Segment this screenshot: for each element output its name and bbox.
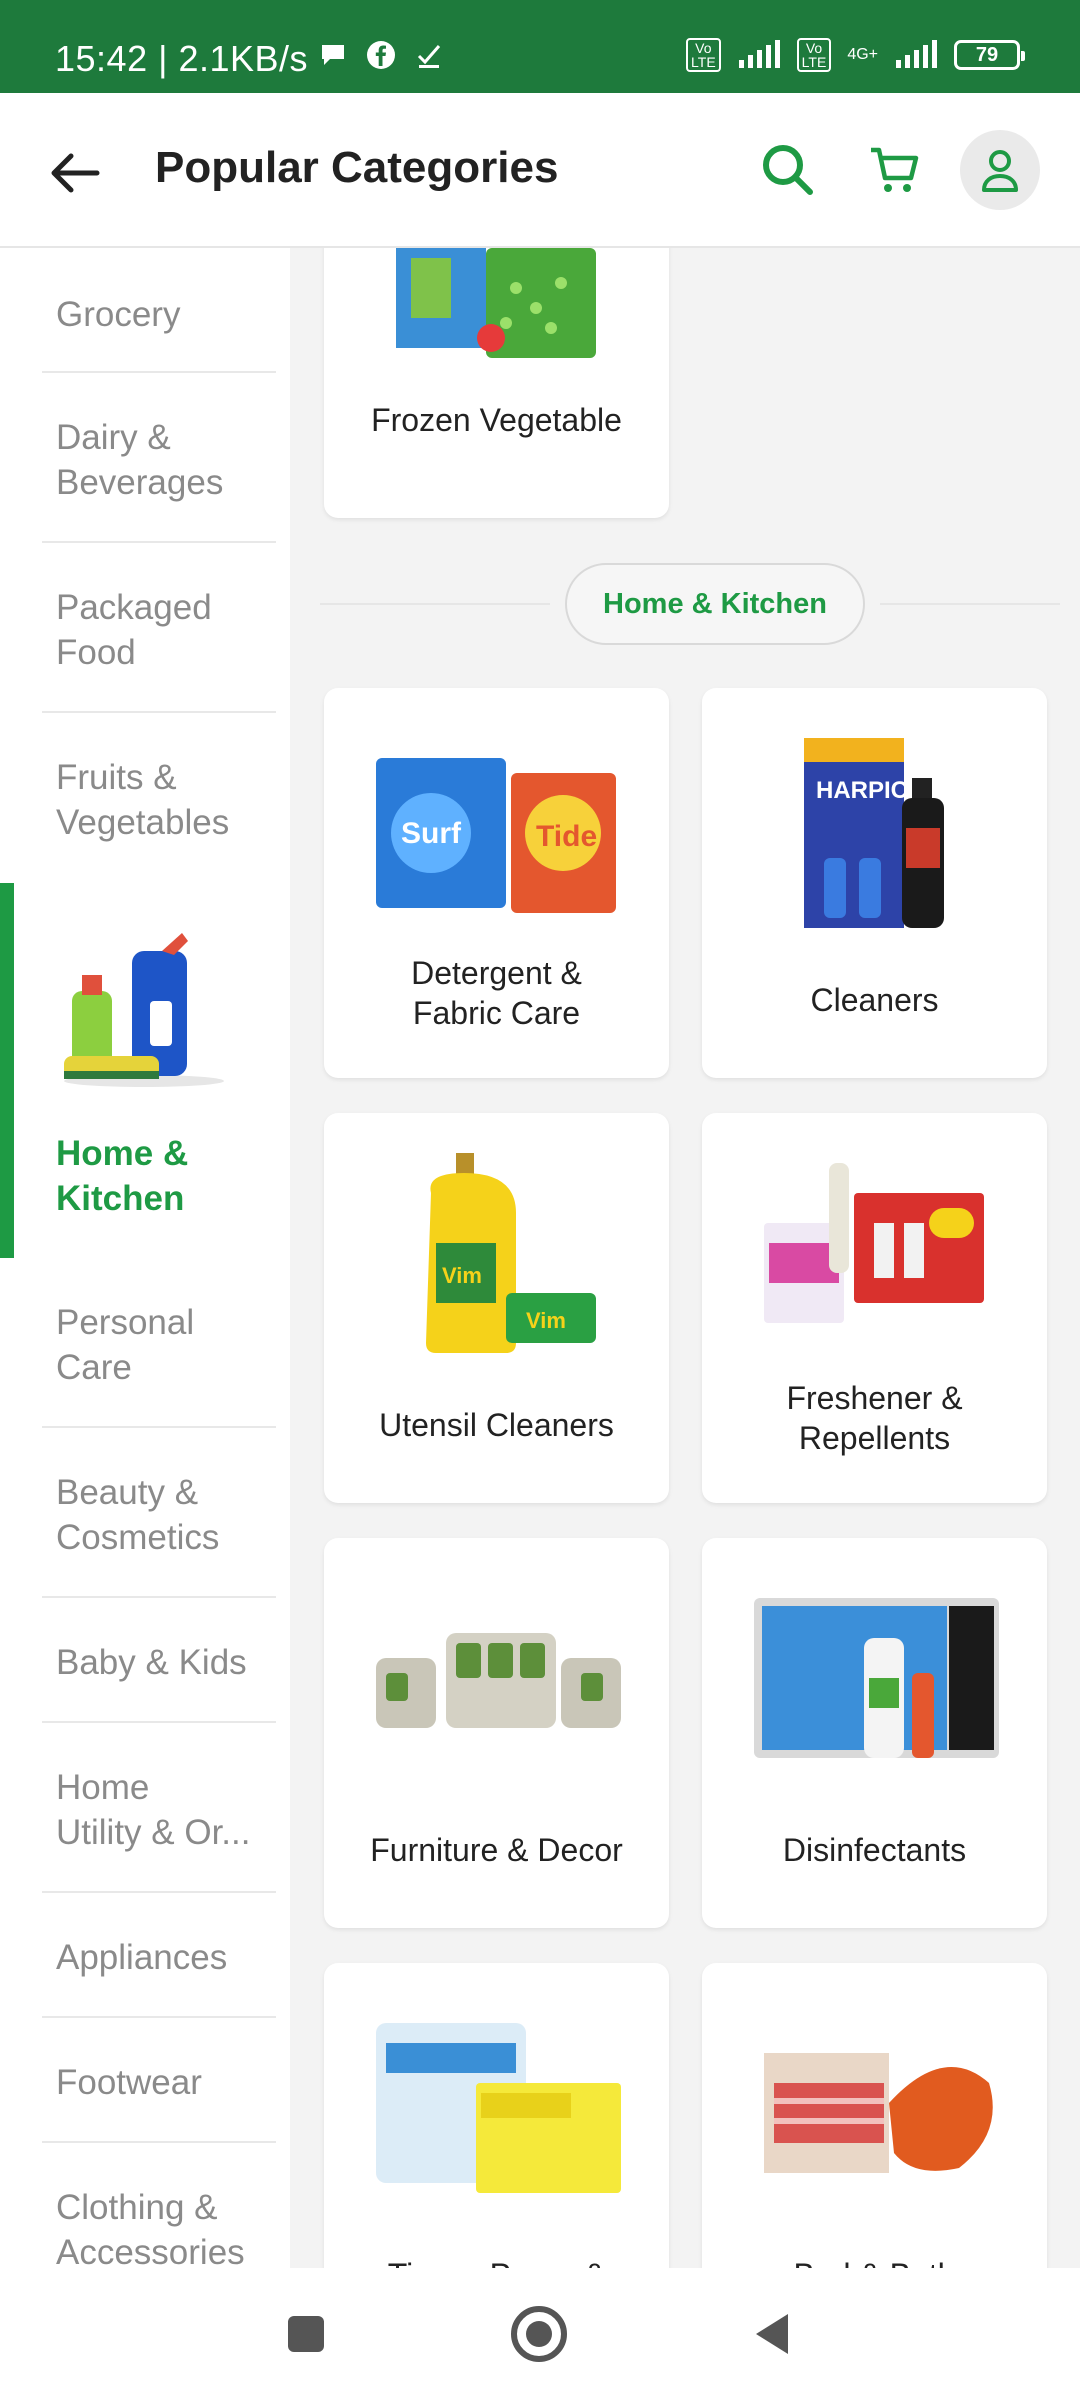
sidebar-item-label: Clothing & Accessories	[56, 2188, 245, 2268]
sidebar-item-label: Home & Kitchen	[56, 1134, 189, 1218]
chat-bubble-icon	[322, 45, 344, 65]
category-card-tissue-paper[interactable]: Tissue Paper &	[324, 1963, 669, 2268]
sidebar-item-label: Appliances	[56, 1938, 228, 1977]
network-type: 4G+	[847, 46, 878, 63]
category-card-label: Furniture & Decor	[370, 1832, 623, 1868]
search-icon	[763, 145, 813, 195]
freshener-image	[764, 1163, 984, 1323]
svg-text:Vim: Vim	[526, 1308, 566, 1333]
sidebar-item-label: Beauty & Cosmetics	[56, 1473, 220, 1557]
sidebar-item-personal-care[interactable]: Personal Care	[0, 1258, 290, 1428]
arrow-left-icon	[51, 153, 100, 193]
category-grid: Frozen Vegetable Home & Kitchen Surf Tid…	[290, 248, 1080, 2268]
category-card-bed-bath[interactable]: Bed & Bath	[702, 1963, 1047, 2268]
signal-icon	[738, 40, 780, 68]
page-title: Popular Categories	[155, 143, 559, 192]
sidebar-item-label: Packaged Food	[56, 588, 212, 672]
category-card-label: Utensil Cleaners	[379, 1407, 614, 1443]
system-navigation-bar	[0, 2268, 1080, 2400]
back-button[interactable]	[45, 143, 105, 203]
notification-icons	[318, 40, 444, 70]
sidebar-item-fruits-vegetables[interactable]: Fruits & Vegetables	[0, 713, 290, 883]
category-card-label: Freshener & Repellents	[786, 1380, 963, 1456]
detergent-image: Surf Tide	[376, 758, 616, 913]
sidebar-item-clothing[interactable]: Clothing & Accessories	[0, 2143, 290, 2268]
svg-text:Surf: Surf	[401, 817, 462, 850]
category-card-label: Tissue Paper &	[334, 2255, 659, 2268]
cart-icon	[871, 147, 919, 192]
category-sidebar: Grocery Dairy & Beverages Packaged Food …	[0, 248, 290, 2268]
category-card-disinfectants[interactable]: Disinfectants	[702, 1538, 1047, 1928]
bed-bath-image	[764, 2053, 993, 2173]
back-nav-button[interactable]	[738, 2298, 810, 2370]
profile-button[interactable]	[960, 130, 1040, 210]
section-pill-home-kitchen[interactable]: Home & Kitchen	[565, 563, 865, 645]
volte-badge: Vo LTE	[686, 38, 721, 72]
frozen-vegetable-image	[396, 248, 596, 358]
svg-text:Vim: Vim	[442, 1263, 482, 1288]
tissue-paper-image	[376, 2023, 621, 2193]
svg-text:HARPIC: HARPIC	[816, 777, 908, 804]
category-card-detergent[interactable]: Surf Tide Detergent & Fabric Care	[324, 688, 669, 1078]
sidebar-item-label: Footwear	[56, 2063, 202, 2102]
sidebar-item-label: Baby & Kids	[56, 1643, 247, 1682]
cart-button[interactable]	[855, 130, 935, 210]
sidebar-item-home-utility[interactable]: Home Utility & Or...	[0, 1723, 290, 1893]
home-kitchen-thumbnail	[64, 933, 224, 1087]
svg-text:Tide: Tide	[536, 820, 597, 853]
battery-icon: 79	[954, 40, 1025, 70]
category-card-frozen-vegetable[interactable]: Frozen Vegetable	[324, 248, 669, 518]
disinfectants-image	[754, 1598, 999, 1758]
sidebar-item-label: Fruits & Vegetables	[56, 758, 230, 842]
circle-icon	[511, 2306, 567, 2362]
search-button[interactable]	[748, 130, 828, 210]
sidebar-item-label: Home Utility & Or...	[56, 1768, 251, 1852]
sidebar-item-label: Dairy & Beverages	[56, 418, 224, 502]
app-bar: Popular Categories	[0, 93, 1080, 248]
square-icon	[288, 2316, 324, 2352]
category-card-label: Frozen Vegetable	[371, 402, 622, 438]
sidebar-item-label: Grocery	[56, 295, 181, 334]
sidebar-item-footwear[interactable]: Footwear	[0, 2018, 290, 2143]
category-card-freshener[interactable]: Freshener & Repellents	[702, 1113, 1047, 1503]
facebook-icon	[367, 41, 395, 69]
sidebar-item-dairy[interactable]: Dairy & Beverages	[0, 373, 290, 543]
signal-icon-2	[896, 40, 937, 68]
category-card-utensil-cleaners[interactable]: Vim Vim Utensil Cleaners	[324, 1113, 669, 1503]
category-card-label: Detergent & Fabric Care	[411, 955, 582, 1031]
cleaners-image: HARPIC	[804, 738, 944, 928]
furniture-image	[376, 1633, 621, 1728]
sidebar-item-label: Personal Care	[56, 1303, 195, 1387]
system-indicators: Vo LTE Vo LTE 4G+ 79	[686, 38, 1025, 72]
category-card-label: Disinfectants	[782, 1832, 967, 1868]
utensil-cleaners-image: Vim Vim	[426, 1153, 596, 1353]
status-bar: 15:42 | 2.1KB/s Vo LTE Vo LTE 4G+ 79	[0, 0, 1080, 93]
status-time: 15:42 | 2.1KB/s	[55, 38, 309, 79]
volte-badge-2: Vo LTE	[796, 38, 832, 72]
recents-button[interactable]	[270, 2298, 342, 2370]
category-card-cleaners[interactable]: HARPIC Cleaners	[702, 688, 1047, 1078]
sidebar-item-beauty-cosmetics[interactable]: Beauty & Cosmetics	[0, 1428, 290, 1598]
download-done-icon	[417, 45, 441, 68]
battery-level: 79	[975, 43, 999, 66]
sidebar-item-grocery[interactable]: Grocery	[0, 248, 290, 373]
active-indicator	[0, 883, 14, 1258]
triangle-back-icon	[756, 2314, 788, 2354]
sidebar-item-appliances[interactable]: Appliances	[0, 1893, 290, 2018]
user-icon	[982, 150, 1018, 192]
sidebar-item-home-kitchen[interactable]: Home & Kitchen	[0, 883, 290, 1258]
divider	[880, 603, 1060, 605]
category-card-furniture[interactable]: Furniture & Decor	[324, 1538, 669, 1928]
sidebar-item-baby-kids[interactable]: Baby & Kids	[0, 1598, 290, 1723]
home-button[interactable]	[503, 2298, 575, 2370]
sidebar-item-packaged-food[interactable]: Packaged Food	[0, 543, 290, 713]
divider	[320, 603, 550, 605]
category-card-label: Cleaners	[810, 982, 939, 1018]
category-card-label: Bed & Bath	[712, 2255, 1037, 2268]
section-header: Home & Kitchen	[320, 563, 1060, 645]
